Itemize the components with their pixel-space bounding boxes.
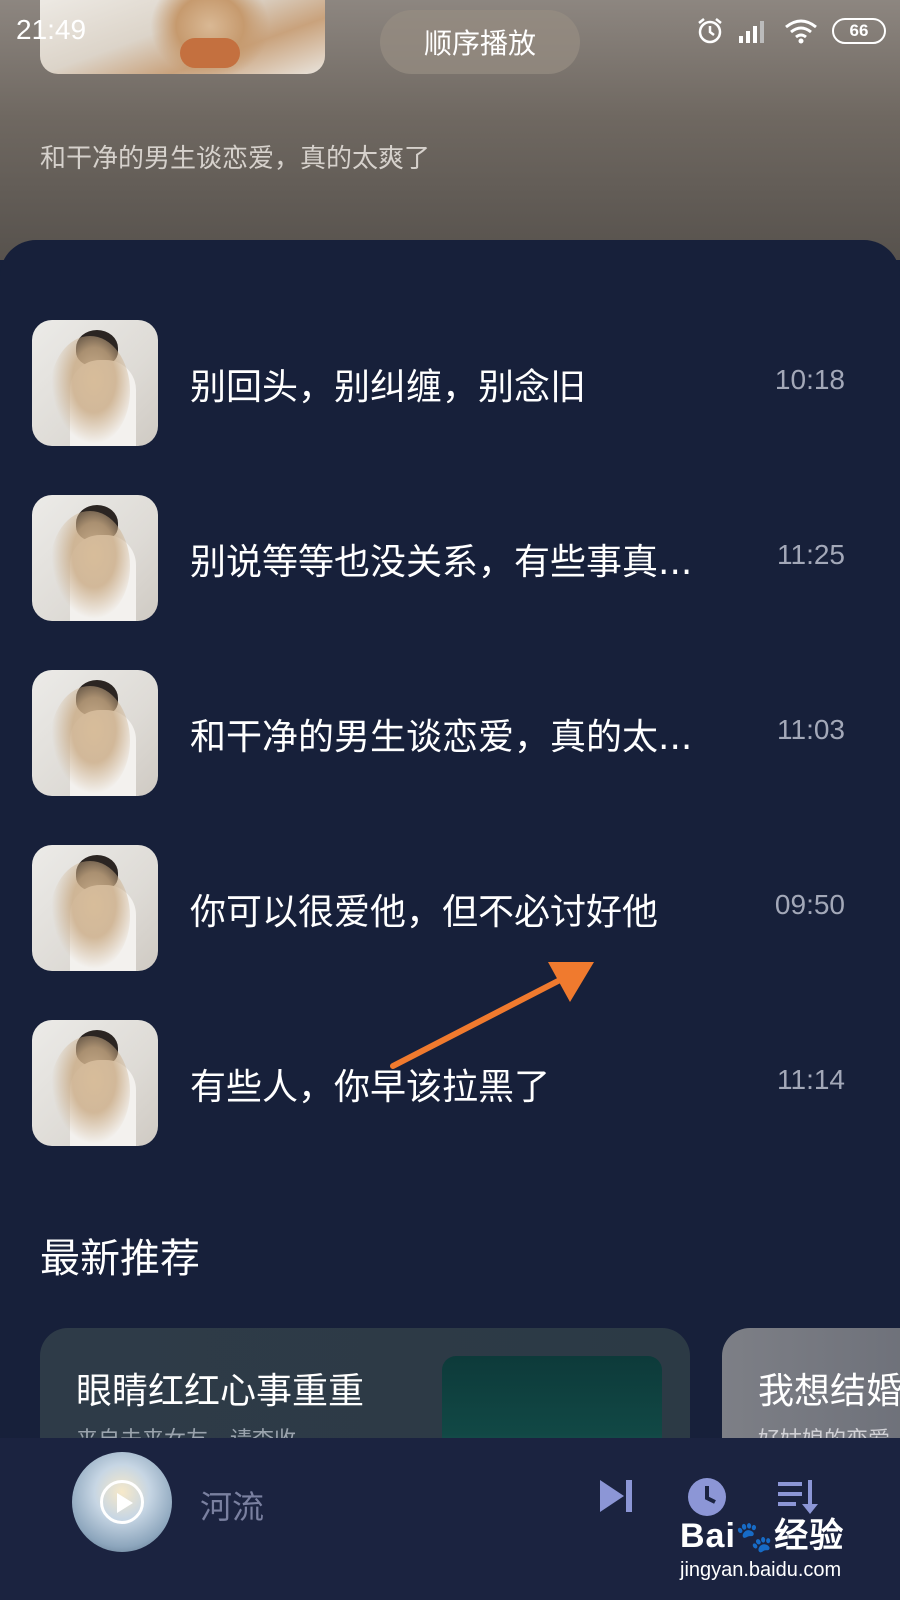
track-thumbnail	[32, 320, 158, 446]
track-row[interactable]: 和干净的男生谈恋爱，真的太... 11:03	[0, 670, 900, 796]
watermark-url: jingyan.baidu.com	[680, 1559, 842, 1581]
battery-indicator: 66	[832, 18, 886, 44]
album-subtitle: 和干净的男生谈恋爱，真的太爽了	[40, 144, 431, 174]
track-row[interactable]: 别回头，别纠缠，别念旧 10:18	[0, 320, 900, 446]
player-track-title: 河流	[200, 1488, 265, 1526]
track-duration: 11:03	[777, 714, 845, 745]
watermark-brand: Bai	[680, 1517, 736, 1555]
player-cover[interactable]	[72, 1452, 172, 1552]
wifi-icon	[784, 18, 818, 44]
status-time: 21:49	[16, 14, 87, 45]
header-area: 21:49 顺序播放 66 和干净的男生谈恋爱，真的太爽了	[0, 0, 900, 260]
watermark-brand-2: 经验	[774, 1517, 845, 1555]
track-duration: 11:25	[777, 539, 845, 570]
playlist-panel: 别回头，别纠缠，别念旧 10:18 别说等等也没关系，有些事真... 11:25…	[0, 240, 900, 1468]
next-track-icon[interactable]	[596, 1476, 636, 1516]
track-duration: 11:14	[777, 1064, 845, 1095]
recommend-card-title: 我想结婚	[758, 1371, 900, 1412]
track-duration: 09:50	[774, 889, 845, 920]
track-thumbnail	[32, 845, 158, 971]
section-title-recommend: 最新推荐	[40, 1236, 200, 1282]
track-thumbnail	[32, 670, 158, 796]
track-title: 别说等等也没关系，有些事真...	[190, 542, 693, 583]
track-row[interactable]: 有些人，你早该拉黑了 11:14	[0, 1020, 900, 1146]
track-title: 你可以很爱他，但不必讨好他	[190, 892, 659, 933]
signal-icon	[738, 18, 770, 44]
cover-hand-art	[180, 38, 240, 68]
track-thumbnail	[32, 495, 158, 621]
track-duration: 10:18	[774, 364, 845, 395]
track-row[interactable]: 别说等等也没关系，有些事真... 11:25	[0, 495, 900, 621]
alarm-icon	[696, 17, 724, 45]
mini-player: 河流 Bai🐾经验 jingyan.baidu.com	[0, 1438, 900, 1600]
play-mode-button[interactable]: 顺序播放	[380, 10, 580, 74]
track-row[interactable]: 你可以很爱他，但不必讨好他 09:50	[0, 845, 900, 971]
track-title: 和干净的男生谈恋爱，真的太...	[190, 717, 693, 758]
track-thumbnail	[32, 1020, 158, 1146]
track-title: 别回头，别纠缠，别念旧	[190, 367, 587, 408]
recommend-card-title: 眼睛红红心事重重	[76, 1371, 365, 1412]
status-icons: 66	[696, 14, 886, 48]
baidu-jingyan-watermark: Bai🐾经验 jingyan.baidu.com	[680, 1508, 880, 1598]
play-icon[interactable]	[100, 1480, 144, 1524]
track-title: 有些人，你早该拉黑了	[190, 1067, 551, 1108]
